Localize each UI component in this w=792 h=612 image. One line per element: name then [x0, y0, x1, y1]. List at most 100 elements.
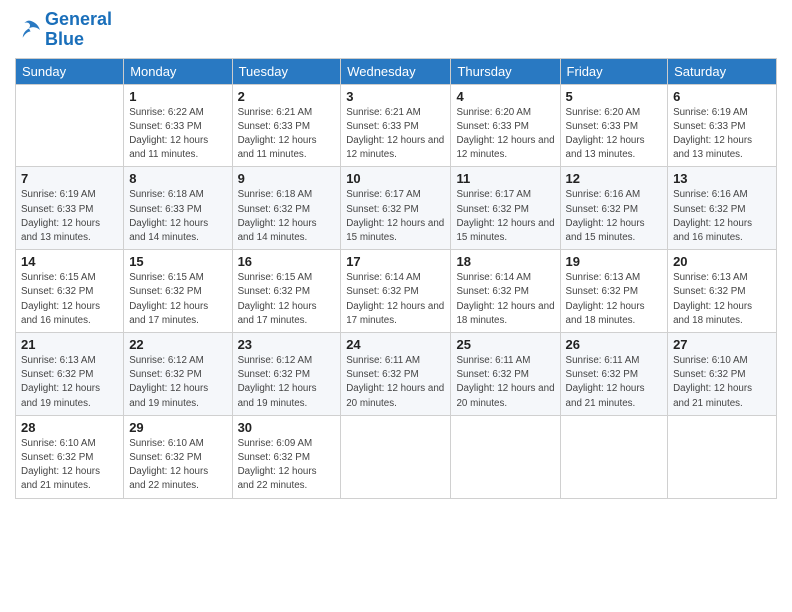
day-info: Sunrise: 6:16 AMSunset: 6:32 PMDaylight:… — [673, 188, 771, 245]
day-number: 4 — [456, 89, 554, 104]
day-number: 25 — [456, 337, 554, 352]
calendar-page: General Blue SundayMondayTuesdayWednesda… — [0, 0, 792, 612]
day-info: Sunrise: 6:21 AMSunset: 6:33 PMDaylight:… — [238, 106, 336, 163]
calendar-cell: 8 Sunrise: 6:18 AMSunset: 6:33 PMDayligh… — [124, 167, 232, 250]
calendar-cell: 22 Sunrise: 6:12 AMSunset: 6:32 PMDaylig… — [124, 333, 232, 416]
logo-icon — [15, 16, 43, 44]
day-info: Sunrise: 6:14 AMSunset: 6:32 PMDaylight:… — [456, 271, 554, 328]
calendar-cell: 9 Sunrise: 6:18 AMSunset: 6:32 PMDayligh… — [232, 167, 341, 250]
day-number: 21 — [21, 337, 118, 352]
day-info: Sunrise: 6:20 AMSunset: 6:33 PMDaylight:… — [566, 106, 663, 163]
day-number: 5 — [566, 89, 663, 104]
calendar-cell: 13 Sunrise: 6:16 AMSunset: 6:32 PMDaylig… — [668, 167, 777, 250]
calendar-cell — [451, 415, 560, 498]
logo-text-blue: Blue — [45, 30, 112, 50]
calendar-cell: 25 Sunrise: 6:11 AMSunset: 6:32 PMDaylig… — [451, 333, 560, 416]
calendar-cell: 21 Sunrise: 6:13 AMSunset: 6:32 PMDaylig… — [16, 333, 124, 416]
calendar-week-row: 14 Sunrise: 6:15 AMSunset: 6:32 PMDaylig… — [16, 250, 777, 333]
weekday-header: Sunday — [16, 58, 124, 84]
day-number: 10 — [346, 171, 445, 186]
day-number: 16 — [238, 254, 336, 269]
day-info: Sunrise: 6:17 AMSunset: 6:32 PMDaylight:… — [346, 188, 445, 245]
day-number: 26 — [566, 337, 663, 352]
day-info: Sunrise: 6:18 AMSunset: 6:33 PMDaylight:… — [129, 188, 226, 245]
calendar-cell: 18 Sunrise: 6:14 AMSunset: 6:32 PMDaylig… — [451, 250, 560, 333]
calendar-cell: 3 Sunrise: 6:21 AMSunset: 6:33 PMDayligh… — [341, 84, 451, 167]
calendar-cell: 7 Sunrise: 6:19 AMSunset: 6:33 PMDayligh… — [16, 167, 124, 250]
calendar-week-row: 7 Sunrise: 6:19 AMSunset: 6:33 PMDayligh… — [16, 167, 777, 250]
weekday-header: Saturday — [668, 58, 777, 84]
weekday-header: Thursday — [451, 58, 560, 84]
day-number: 13 — [673, 171, 771, 186]
weekday-header: Tuesday — [232, 58, 341, 84]
calendar-cell: 5 Sunrise: 6:20 AMSunset: 6:33 PMDayligh… — [560, 84, 668, 167]
calendar-cell: 1 Sunrise: 6:22 AMSunset: 6:33 PMDayligh… — [124, 84, 232, 167]
day-info: Sunrise: 6:14 AMSunset: 6:32 PMDaylight:… — [346, 271, 445, 328]
calendar-cell: 10 Sunrise: 6:17 AMSunset: 6:32 PMDaylig… — [341, 167, 451, 250]
day-info: Sunrise: 6:10 AMSunset: 6:32 PMDaylight:… — [129, 437, 226, 494]
calendar-cell: 11 Sunrise: 6:17 AMSunset: 6:32 PMDaylig… — [451, 167, 560, 250]
logo-text-general: General — [45, 10, 112, 30]
calendar-cell: 4 Sunrise: 6:20 AMSunset: 6:33 PMDayligh… — [451, 84, 560, 167]
day-number: 7 — [21, 171, 118, 186]
day-info: Sunrise: 6:13 AMSunset: 6:32 PMDaylight:… — [566, 271, 663, 328]
day-info: Sunrise: 6:12 AMSunset: 6:32 PMDaylight:… — [238, 354, 336, 411]
calendar-cell — [560, 415, 668, 498]
day-info: Sunrise: 6:18 AMSunset: 6:32 PMDaylight:… — [238, 188, 336, 245]
calendar-cell: 24 Sunrise: 6:11 AMSunset: 6:32 PMDaylig… — [341, 333, 451, 416]
day-info: Sunrise: 6:21 AMSunset: 6:33 PMDaylight:… — [346, 106, 445, 163]
day-number: 18 — [456, 254, 554, 269]
day-info: Sunrise: 6:20 AMSunset: 6:33 PMDaylight:… — [456, 106, 554, 163]
calendar-cell: 17 Sunrise: 6:14 AMSunset: 6:32 PMDaylig… — [341, 250, 451, 333]
calendar-cell: 6 Sunrise: 6:19 AMSunset: 6:33 PMDayligh… — [668, 84, 777, 167]
calendar-cell: 20 Sunrise: 6:13 AMSunset: 6:32 PMDaylig… — [668, 250, 777, 333]
calendar-cell: 16 Sunrise: 6:15 AMSunset: 6:32 PMDaylig… — [232, 250, 341, 333]
day-number: 23 — [238, 337, 336, 352]
calendar-cell: 29 Sunrise: 6:10 AMSunset: 6:32 PMDaylig… — [124, 415, 232, 498]
calendar-cell — [16, 84, 124, 167]
day-info: Sunrise: 6:19 AMSunset: 6:33 PMDaylight:… — [21, 188, 118, 245]
calendar-cell: 27 Sunrise: 6:10 AMSunset: 6:32 PMDaylig… — [668, 333, 777, 416]
calendar-table: SundayMondayTuesdayWednesdayThursdayFrid… — [15, 58, 777, 499]
day-number: 15 — [129, 254, 226, 269]
day-info: Sunrise: 6:13 AMSunset: 6:32 PMDaylight:… — [21, 354, 118, 411]
weekday-header: Wednesday — [341, 58, 451, 84]
calendar-cell: 14 Sunrise: 6:15 AMSunset: 6:32 PMDaylig… — [16, 250, 124, 333]
calendar-cell: 30 Sunrise: 6:09 AMSunset: 6:32 PMDaylig… — [232, 415, 341, 498]
calendar-week-row: 28 Sunrise: 6:10 AMSunset: 6:32 PMDaylig… — [16, 415, 777, 498]
day-number: 20 — [673, 254, 771, 269]
day-number: 9 — [238, 171, 336, 186]
day-number: 11 — [456, 171, 554, 186]
day-info: Sunrise: 6:11 AMSunset: 6:32 PMDaylight:… — [456, 354, 554, 411]
day-number: 28 — [21, 420, 118, 435]
day-info: Sunrise: 6:19 AMSunset: 6:33 PMDaylight:… — [673, 106, 771, 163]
calendar-cell: 12 Sunrise: 6:16 AMSunset: 6:32 PMDaylig… — [560, 167, 668, 250]
day-number: 17 — [346, 254, 445, 269]
day-number: 8 — [129, 171, 226, 186]
day-info: Sunrise: 6:11 AMSunset: 6:32 PMDaylight:… — [346, 354, 445, 411]
calendar-cell: 2 Sunrise: 6:21 AMSunset: 6:33 PMDayligh… — [232, 84, 341, 167]
day-number: 24 — [346, 337, 445, 352]
day-number: 3 — [346, 89, 445, 104]
day-info: Sunrise: 6:10 AMSunset: 6:32 PMDaylight:… — [673, 354, 771, 411]
day-info: Sunrise: 6:16 AMSunset: 6:32 PMDaylight:… — [566, 188, 663, 245]
day-number: 1 — [129, 89, 226, 104]
weekday-header: Monday — [124, 58, 232, 84]
weekday-header: Friday — [560, 58, 668, 84]
day-number: 22 — [129, 337, 226, 352]
calendar-cell — [341, 415, 451, 498]
day-number: 14 — [21, 254, 118, 269]
day-number: 12 — [566, 171, 663, 186]
day-info: Sunrise: 6:13 AMSunset: 6:32 PMDaylight:… — [673, 271, 771, 328]
calendar-cell: 28 Sunrise: 6:10 AMSunset: 6:32 PMDaylig… — [16, 415, 124, 498]
header: General Blue — [15, 10, 777, 50]
logo: General Blue — [15, 10, 112, 50]
calendar-week-row: 1 Sunrise: 6:22 AMSunset: 6:33 PMDayligh… — [16, 84, 777, 167]
day-number: 27 — [673, 337, 771, 352]
calendar-week-row: 21 Sunrise: 6:13 AMSunset: 6:32 PMDaylig… — [16, 333, 777, 416]
calendar-cell: 19 Sunrise: 6:13 AMSunset: 6:32 PMDaylig… — [560, 250, 668, 333]
day-info: Sunrise: 6:15 AMSunset: 6:32 PMDaylight:… — [129, 271, 226, 328]
calendar-cell: 15 Sunrise: 6:15 AMSunset: 6:32 PMDaylig… — [124, 250, 232, 333]
day-number: 19 — [566, 254, 663, 269]
calendar-cell: 26 Sunrise: 6:11 AMSunset: 6:32 PMDaylig… — [560, 333, 668, 416]
